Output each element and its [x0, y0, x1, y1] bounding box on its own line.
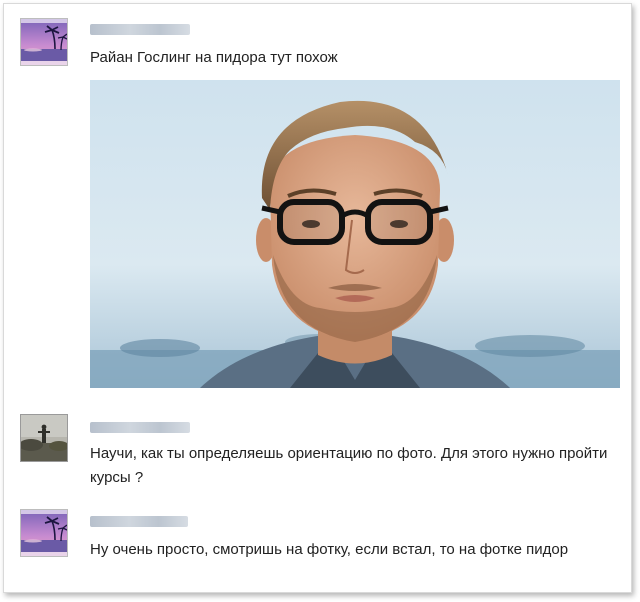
tropical-sunset-avatar-icon[interactable]: [20, 18, 68, 66]
author-name-redacted[interactable]: [90, 24, 190, 35]
message-text: Научи, как ты определяешь ориентацию по …: [90, 445, 608, 486]
message-text: Ну очень просто, смотришь на фотку, если…: [90, 541, 569, 558]
tropical-sunset-avatar-icon[interactable]: [20, 509, 68, 557]
man-with-glasses-photo-icon[interactable]: [90, 80, 620, 388]
author-name-redacted[interactable]: [90, 516, 188, 527]
author-name-redacted[interactable]: [90, 422, 190, 433]
conversation-panel: Райан Гослинг на пидора тут похож Научи,…: [3, 3, 632, 593]
statue-landscape-avatar-icon[interactable]: [20, 414, 68, 462]
message-text: Райан Гослинг на пидора тут похож: [90, 49, 338, 66]
